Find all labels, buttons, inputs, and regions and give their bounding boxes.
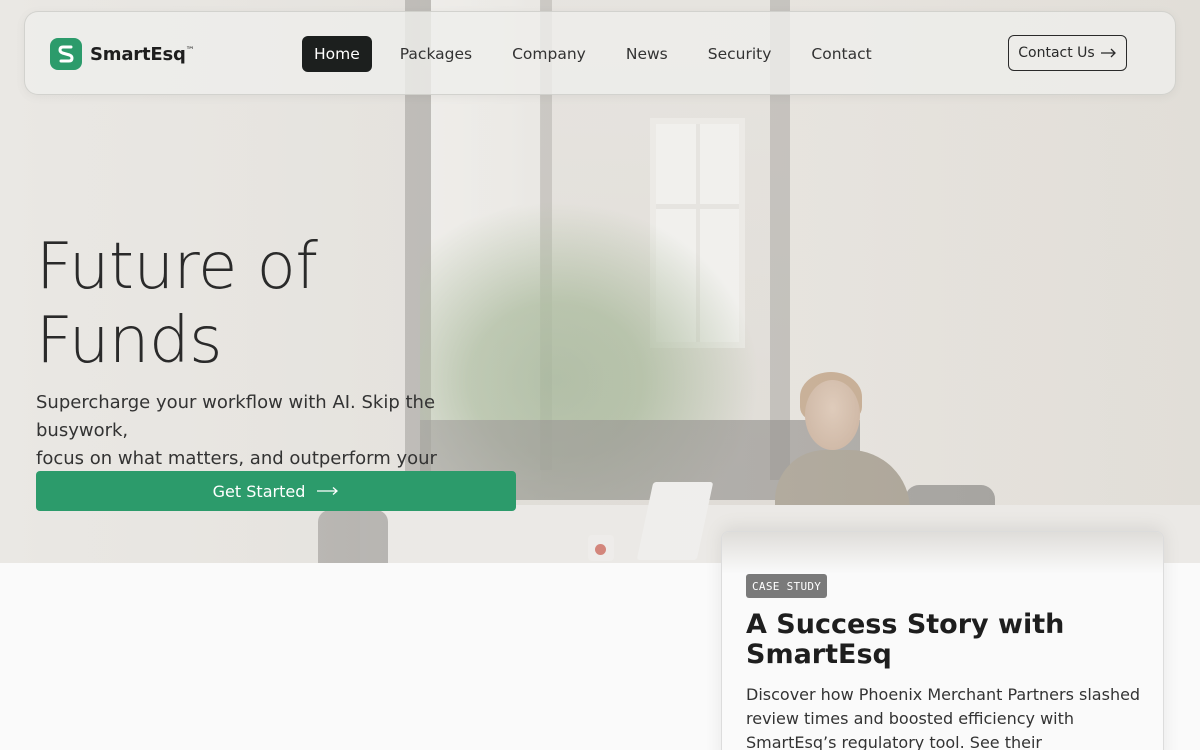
get-started-button[interactable]: Get Started [36,471,516,511]
long-arrow-right-icon [317,487,339,495]
hero-title: Future of Funds [36,230,496,378]
smartesq-logo-icon [50,38,82,70]
case-study-title-line: SmartEsq [746,639,892,670]
nav-item-packages[interactable]: Packages [388,36,484,72]
brand[interactable]: SmartEsq™ [50,38,195,70]
hero-title-line: Future of [36,230,318,304]
contact-us-button[interactable]: Contact Us [1008,35,1127,71]
nav-item-company[interactable]: Company [500,36,598,72]
hero-subtitle-line: Supercharge your workflow with AI. Skip … [36,392,436,441]
case-study-title-line: A Success Story with [746,609,1065,640]
get-started-label: Get Started [212,481,306,501]
nav-item-contact[interactable]: Contact [799,36,883,72]
case-study-badge: CASE STUDY [746,574,828,598]
nav-item-home[interactable]: Home [302,36,372,72]
arrow-right-icon [1100,48,1116,58]
case-study-description: Discover how Phoenix Merchant Partners s… [746,685,1141,750]
case-study-title: A Success Story with SmartEsq [746,610,1146,670]
contact-us-label: Contact Us [1018,45,1095,61]
brand-name: SmartEsq™ [90,43,195,65]
nav-item-security[interactable]: Security [696,36,784,72]
main-nav: Home Packages Company News Security Cont… [302,36,900,72]
case-study-card[interactable]: CASE STUDY A Success Story with SmartEsq… [721,531,1164,750]
navbar: SmartEsq™ Home Packages Company News Sec… [24,11,1176,95]
nav-item-news[interactable]: News [614,36,680,72]
hero-title-line: Funds [36,304,222,378]
